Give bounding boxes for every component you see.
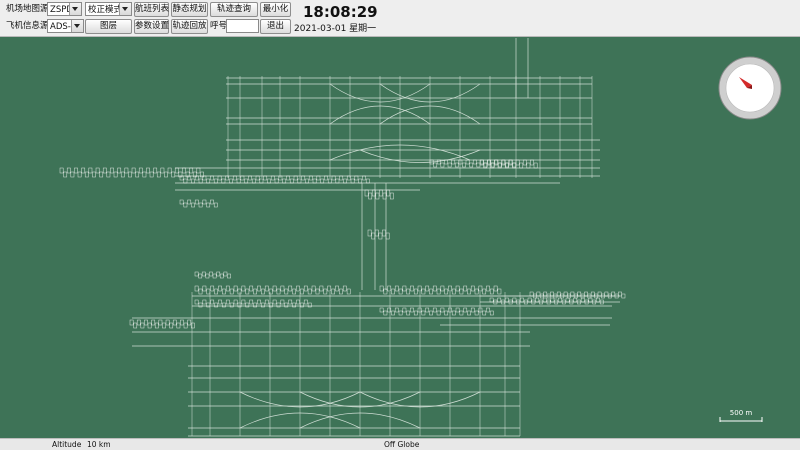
callsign-input[interactable] bbox=[226, 19, 259, 33]
chevron-down-icon[interactable] bbox=[71, 20, 83, 32]
scale-label: 500 m bbox=[729, 409, 753, 417]
aircraft-source-label: 飞机信息源 bbox=[6, 21, 49, 31]
airport-map-source-select[interactable]: ZSPD bbox=[47, 2, 82, 16]
exit-button[interactable]: 退出 bbox=[260, 19, 291, 34]
aircraft-source-select[interactable]: ADS-B bbox=[47, 19, 84, 33]
clock-time: 18:08:29 bbox=[303, 3, 378, 21]
flight-list-button[interactable]: 航班列表 bbox=[134, 2, 169, 17]
correction-mode-value: 校正模式 bbox=[88, 5, 123, 15]
airport-map-source-label: 机场地图源 bbox=[6, 4, 49, 14]
airport-map[interactable] bbox=[0, 37, 800, 438]
altitude-value: 10 km bbox=[87, 440, 111, 449]
globe-state: Off Globe bbox=[384, 440, 420, 449]
chevron-down-icon[interactable] bbox=[69, 3, 81, 15]
correction-mode-select[interactable]: 校正模式 bbox=[85, 2, 132, 16]
callsign-label: 呼号 bbox=[210, 21, 228, 31]
layers-button[interactable]: 图层 bbox=[85, 19, 132, 34]
scale-bar: 500 m bbox=[718, 409, 764, 424]
track-replay-button[interactable]: 轨迹回放 bbox=[171, 19, 208, 34]
altitude-label: Altitude bbox=[52, 440, 82, 449]
status-bar: Altitude 10 km Off Globe bbox=[0, 438, 800, 450]
clock-date: 2021-03-01 星期一 bbox=[294, 24, 377, 34]
track-query-button[interactable]: 轨迹查询 bbox=[210, 2, 258, 17]
compass-icon[interactable] bbox=[717, 55, 783, 121]
minimize-button[interactable]: 最小化 bbox=[260, 2, 291, 17]
chevron-down-icon[interactable] bbox=[119, 3, 131, 15]
params-button[interactable]: 参数设置 bbox=[134, 19, 169, 34]
toolbar: 机场地图源 ZSPD 飞机信息源 ADS-B 校正模式 图层 航班列表 参数设置… bbox=[0, 0, 800, 37]
static-plan-button[interactable]: 静态规划 bbox=[171, 2, 208, 17]
